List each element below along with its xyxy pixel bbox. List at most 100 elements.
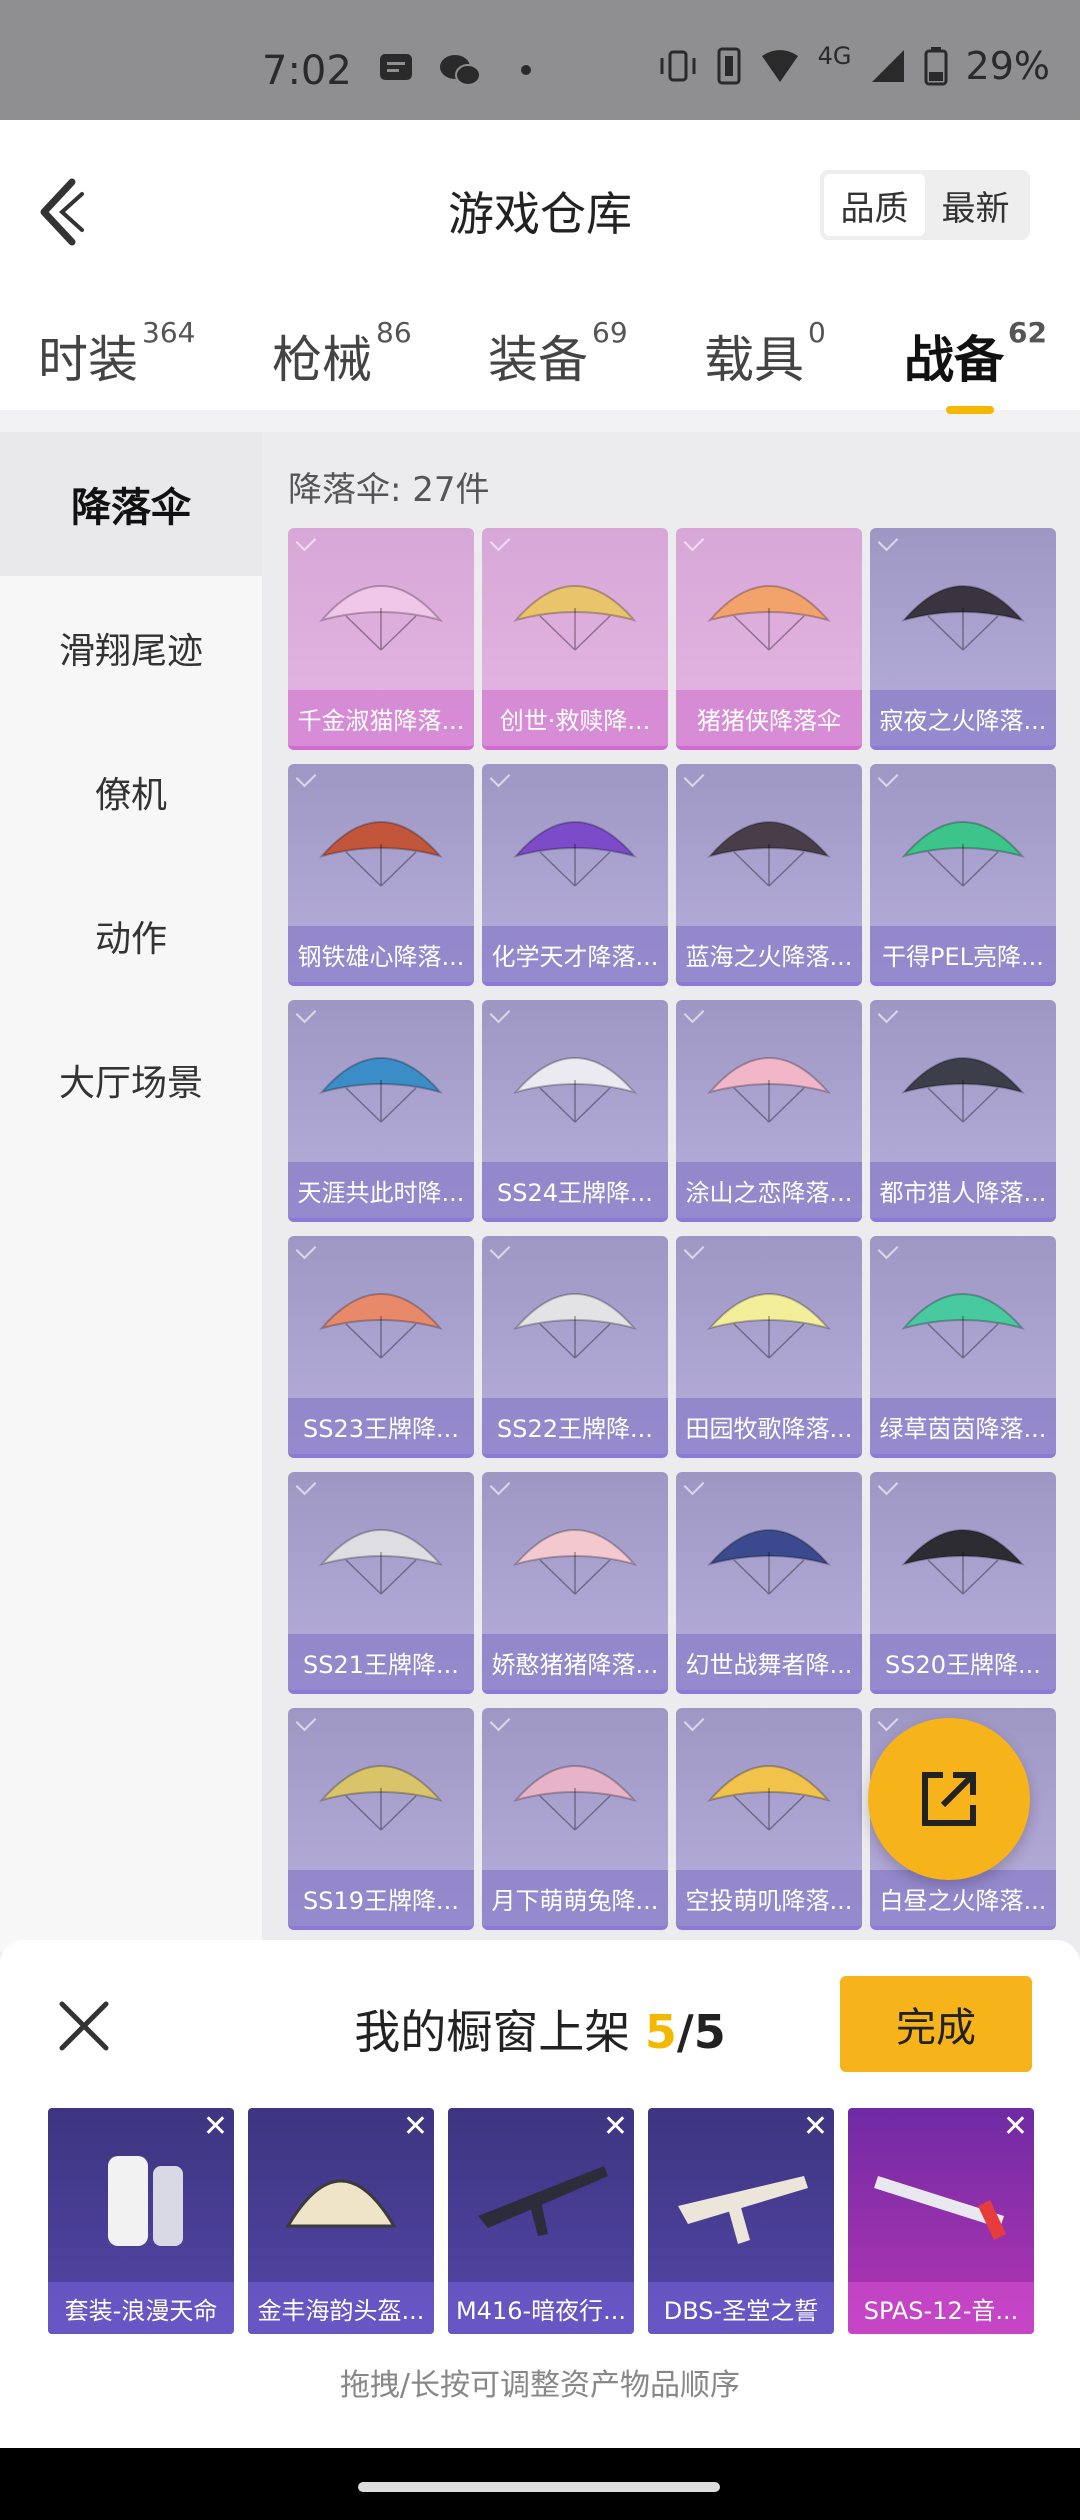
parachute-card[interactable]: SS22王牌降... [482,1236,668,1458]
parachute-icon [707,1057,831,1123]
check-icon [683,1238,705,1260]
parachute-name: 空投萌叽降落... [676,1870,862,1926]
wechat-icon [440,55,481,86]
parachute-name: 田园牧歌降落... [676,1398,862,1454]
parachute-icon [319,821,443,887]
parachute-card[interactable]: SS24王牌降... [482,1000,668,1222]
sidebar-item-parachute[interactable]: 降落伞 [0,432,262,576]
share-icon [922,1772,976,1826]
item-image [108,2156,183,2246]
parachute-card[interactable]: 月下萌萌兔降... [482,1708,668,1930]
parachute-icon [901,821,1025,887]
showcase-item-name: 套装-浪漫天命 [48,2282,234,2334]
item-image [678,2176,808,2244]
sidebar-item-lobby-scene[interactable]: 大厅场景 [0,1008,262,1152]
tab-count: 69 [592,316,628,349]
parachute-card[interactable]: SS20王牌降... [870,1472,1056,1694]
tab-vehicles[interactable]: 载具 0 [704,316,826,392]
parachute-card[interactable]: SS21王牌降... [288,1472,474,1694]
tab-count: 0 [808,316,826,349]
check-icon [489,530,511,552]
share-button[interactable] [868,1718,1030,1880]
vibrate-icon [660,50,696,82]
parachute-card[interactable]: SS19王牌降... [288,1708,474,1930]
parachute-card[interactable]: 田园牧歌降落... [676,1236,862,1458]
sidebar-item-wingman[interactable]: 僚机 [0,720,262,864]
header: 游戏仓库 品质 最新 时装 364 枪械 86 装备 69 载具 0 战备 62 [0,120,1080,414]
parachute-card[interactable]: 都市猎人降落... [870,1000,1056,1222]
tab-battle-gear[interactable]: 战备 62 [904,316,1047,414]
sort-quality-button[interactable]: 品质 [824,174,925,236]
showcase-title-text: 我的橱窗上架 [354,2005,631,2059]
showcase-item[interactable]: ✕ 套装-浪漫天命 [48,2108,234,2334]
check-icon [295,1474,317,1496]
check-icon [683,1710,705,1732]
showcase-item[interactable]: ✕ M416-暗夜行... [448,2108,634,2334]
dot-icon [521,65,531,75]
parachute-card[interactable]: 幻世战舞者降... [676,1472,862,1694]
check-icon [489,1474,511,1496]
parachute-name: 月下萌萌兔降... [482,1870,668,1926]
parachute-card[interactable]: 天涯共此时降... [288,1000,474,1222]
parachute-card[interactable]: 化学天才降落... [482,764,668,986]
check-icon [877,530,899,552]
showcase-item[interactable]: ✕ DBS-圣堂之誓 [648,2108,834,2334]
parachute-icon [901,1293,1025,1359]
tab-label: 枪械 [272,331,372,389]
battery-icon [924,47,948,86]
status-time: 7:02 [262,48,352,94]
parachute-icon [319,1293,443,1359]
parachute-card[interactable]: 创世·救赎降... [482,528,668,750]
parachute-card[interactable]: 绿草茵茵降落... [870,1236,1056,1458]
parachute-icon [707,585,831,651]
done-button[interactable]: 完成 [840,1976,1032,2072]
parachute-card[interactable]: 空投萌叽降落... [676,1708,862,1930]
check-icon [683,1002,705,1024]
check-icon [877,1002,899,1024]
parachute-card[interactable]: 钢铁雄心降落... [288,764,474,986]
signal-icon [871,50,904,82]
nfc-icon [717,47,741,85]
tab-count: 364 [142,316,196,349]
parachute-name: 绿草茵茵降落... [870,1398,1056,1454]
parachute-name: SS23王牌降... [288,1398,474,1454]
parachute-name: SS22王牌降... [482,1398,668,1454]
parachute-card[interactable]: SS23王牌降... [288,1236,474,1458]
parachute-card[interactable]: 寂夜之火降落... [870,528,1056,750]
sidebar: 降落伞 滑翔尾迹 僚机 动作 大厅场景 [0,432,262,1952]
sort-newest-button[interactable]: 最新 [925,174,1026,236]
check-icon [489,1002,511,1024]
showcase-total: 5 [693,2005,726,2059]
parachute-card[interactable]: 涂山之恋降落... [676,1000,862,1222]
parachute-icon [319,1765,443,1831]
parachute-card[interactable]: 猪猪侠降落伞 [676,528,862,750]
showcase-item-name: DBS-圣堂之誓 [648,2282,834,2334]
parachute-icon [901,585,1025,651]
check-icon [683,530,705,552]
parachute-icon [513,1765,637,1831]
tab-equipment[interactable]: 装备 69 [488,316,628,392]
sidebar-item-glide-trail[interactable]: 滑翔尾迹 [0,576,262,720]
item-image [874,2176,1006,2240]
home-indicator[interactable] [358,2482,720,2492]
sidebar-item-emote[interactable]: 动作 [0,864,262,1008]
parachute-icon [707,1765,831,1831]
parachute-icon [513,1057,637,1123]
parachute-icon [707,1529,831,1595]
showcase-item[interactable]: ✕ 金丰海韵头盔... [248,2108,434,2334]
parachute-card[interactable]: 蓝海之火降落... [676,764,862,986]
parachute-card[interactable]: 干得PEL亮降... [870,764,1056,986]
showcase-item[interactable]: ✕ SPAS-12-音... [848,2108,1034,2334]
active-tab-indicator [946,406,994,414]
check-icon [877,1710,899,1732]
tab-count: 86 [376,316,412,349]
parachute-name: 天涯共此时降... [288,1162,474,1218]
parachute-card[interactable]: 娇憨猪猪降落... [482,1472,668,1694]
message-icon [380,54,412,80]
tab-fashion[interactable]: 时装 364 [38,316,195,392]
parachute-card[interactable]: 千金淑猫降落... [288,528,474,750]
status-bar: 7:02 4G 29% [0,0,1080,120]
tab-guns[interactable]: 枪械 86 [272,316,412,392]
network-label: 4G [817,42,852,70]
parachute-icon [901,1529,1025,1595]
